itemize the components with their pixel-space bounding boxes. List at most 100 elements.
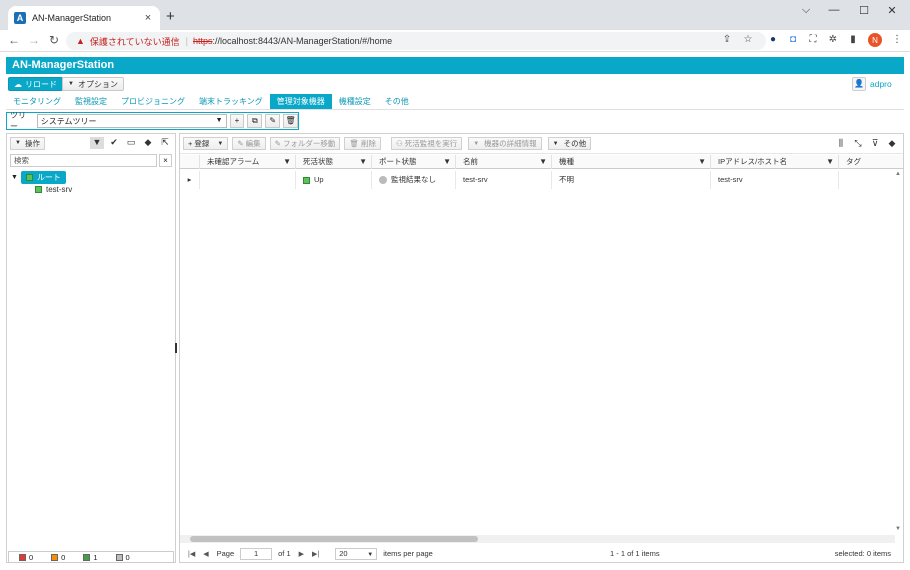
expand-icon[interactable]: ▼: [11, 174, 18, 181]
cell-name: test-srv: [456, 171, 552, 189]
menu-other[interactable]: その他: [378, 94, 416, 109]
eraser-icon[interactable]: ◆: [141, 137, 155, 149]
prev-page-icon[interactable]: ◀: [203, 550, 208, 558]
filter-icon[interactable]: ▼: [90, 137, 104, 149]
browser-tab[interactable]: A AN-ManagerStation ×: [8, 6, 160, 30]
columns-icon[interactable]: ⫼: [834, 138, 848, 150]
tree-select[interactable]: システムツリー ▼: [36, 114, 227, 128]
page-input[interactable]: 1: [240, 547, 273, 560]
page-label: Page: [216, 549, 235, 558]
register-button[interactable]: + 登録 ▼: [183, 137, 229, 150]
minimize-icon[interactable]: —: [824, 4, 844, 16]
tree-panel: ▼ 操作 ▼ ✔ ▭ ◆ ⇱ 検索 × ▼ ルート test-srv: [6, 133, 176, 563]
tree-node-root[interactable]: ▼ ルート: [11, 171, 66, 184]
user-box[interactable]: 👤 adpro: [852, 76, 892, 91]
new-tab-icon[interactable]: +: [166, 8, 175, 25]
first-page-icon[interactable]: |◀: [188, 550, 195, 558]
caret-down-icon[interactable]: ▼: [217, 141, 223, 147]
reload-button[interactable]: ☁ リロード: [8, 77, 63, 91]
scroll-up-icon[interactable]: ▲: [895, 171, 901, 177]
delete-tree-button[interactable]: 🗑: [283, 114, 299, 128]
per-page-select[interactable]: 20 ▼: [335, 547, 378, 560]
clear-filter-icon[interactable]: ⊽: [868, 138, 882, 150]
translate-icon[interactable]: ◘: [786, 34, 800, 45]
tab-close-icon[interactable]: ×: [142, 12, 154, 24]
move-folder-button[interactable]: ✎ フォルダー移動: [269, 137, 341, 150]
device-details-button[interactable]: ▼ 機器の詳細情報: [468, 137, 542, 150]
cell-alive-text: Up: [314, 175, 324, 184]
menu-provisioning[interactable]: プロビジョニング: [114, 94, 192, 109]
profile-avatar[interactable]: N: [868, 33, 882, 47]
kebab-menu-icon[interactable]: ⋮: [890, 34, 904, 45]
add-tree-button[interactable]: +: [229, 114, 245, 128]
tree-search-input[interactable]: 検索: [10, 154, 157, 167]
column-header-port[interactable]: ポート状態 ▼: [372, 155, 456, 169]
side-panel-icon[interactable]: ▮: [846, 34, 860, 45]
folder-open-icon[interactable]: ▭: [124, 137, 138, 149]
maximize-icon[interactable]: ☐: [854, 4, 874, 17]
menu-monitor-settings[interactable]: 監視設定: [68, 94, 114, 109]
warning-triangle-icon: ▲: [76, 36, 85, 46]
delete-button[interactable]: 🗑 削除: [344, 137, 381, 150]
filter-icon[interactable]: ▼: [443, 155, 451, 169]
panel-splitter[interactable]: [175, 343, 177, 353]
extension-check-icon[interactable]: ●: [766, 34, 780, 45]
menu-managed-devices[interactable]: 管理対象機器: [269, 94, 332, 109]
column-header-model[interactable]: 機種 ▼: [552, 155, 711, 169]
last-page-icon[interactable]: ▶|: [312, 550, 319, 558]
user-name: adpro: [870, 78, 892, 89]
menu-device-tracking[interactable]: 端末トラッキング: [192, 94, 270, 109]
filter-icon[interactable]: ▼: [283, 155, 291, 169]
column-header-alarm[interactable]: 未確認アラーム ▼: [200, 155, 296, 169]
filter-icon[interactable]: ▼: [698, 155, 706, 169]
clear-sort-icon[interactable]: ⤡: [851, 138, 865, 150]
menu-monitoring[interactable]: モニタリング: [6, 94, 68, 109]
clear-icon[interactable]: ×: [159, 154, 172, 167]
extensions-puzzle-icon[interactable]: ✲: [826, 34, 840, 45]
tree-select-value: システムツリー: [40, 116, 97, 126]
next-page-icon[interactable]: ▶: [299, 550, 304, 558]
capture-icon[interactable]: ⛶: [806, 34, 820, 45]
column-header-name[interactable]: 名前 ▼: [456, 155, 552, 169]
tree-node-test-srv[interactable]: test-srv: [35, 185, 72, 194]
check-all-icon[interactable]: ✔: [107, 137, 121, 149]
scroll-down-icon[interactable]: ▼: [895, 526, 901, 532]
tab-search-chevron-icon[interactable]: ⌵: [796, 4, 816, 17]
security-warning[interactable]: 保護されていない通信: [90, 35, 180, 48]
table-row[interactable]: ▸ Up 監視結果なし test-srv 不明 test-srv: [180, 171, 903, 189]
export-icon[interactable]: ⇱: [158, 137, 172, 149]
edit-tree-button[interactable]: ✎: [265, 114, 281, 128]
url-omnibox[interactable]: ▲ 保護されていない通信 | https ://localhost:8443/A…: [66, 32, 766, 50]
horizontal-scrollbar[interactable]: [180, 535, 895, 543]
column-header-label: 名前: [463, 157, 478, 166]
options-button[interactable]: ▼ オプション: [62, 77, 124, 91]
column-header-ip[interactable]: IPアドレス/ホスト名 ▼: [711, 155, 839, 169]
menu-model-settings[interactable]: 機種設定: [332, 94, 378, 109]
copy-tree-button[interactable]: ⧉: [247, 114, 263, 128]
tree-node-text: test-srv: [46, 185, 73, 194]
other-button[interactable]: ▼ その他: [547, 137, 592, 150]
filter-icon[interactable]: ▼: [539, 155, 547, 169]
close-window-icon[interactable]: ✕: [882, 4, 902, 17]
back-arrow-icon[interactable]: ←: [6, 33, 22, 47]
run-alive-check-button[interactable]: ⚇ 死活監視を実行: [390, 137, 463, 150]
operations-label: 操作: [24, 138, 40, 148]
count-warning: 0: [51, 553, 65, 562]
column-header-tag[interactable]: タグ: [839, 155, 903, 169]
browser-tab-bar: A AN-ManagerStation × + ⌵ — ☐ ✕: [0, 0, 910, 30]
root-node-label[interactable]: ルート: [20, 171, 66, 184]
edit-button[interactable]: ✎ 編集: [232, 137, 266, 150]
operations-button[interactable]: ▼ 操作: [10, 136, 45, 150]
scrollbar-thumb[interactable]: [190, 536, 478, 542]
status-square-icon: [35, 186, 42, 193]
column-header-alive[interactable]: 死活状態 ▼: [296, 155, 372, 169]
url-scheme: https: [193, 36, 213, 46]
filter-icon[interactable]: ▼: [826, 155, 834, 169]
forward-arrow-icon[interactable]: →: [26, 33, 42, 47]
row-expand-icon[interactable]: ▸: [180, 171, 200, 189]
eraser-icon[interactable]: ◆: [885, 138, 899, 150]
reload-icon[interactable]: ↻: [46, 33, 62, 47]
bookmark-star-icon[interactable]: ☆: [741, 34, 755, 45]
share-icon[interactable]: ⇪: [720, 34, 734, 45]
filter-icon[interactable]: ▼: [359, 155, 367, 169]
